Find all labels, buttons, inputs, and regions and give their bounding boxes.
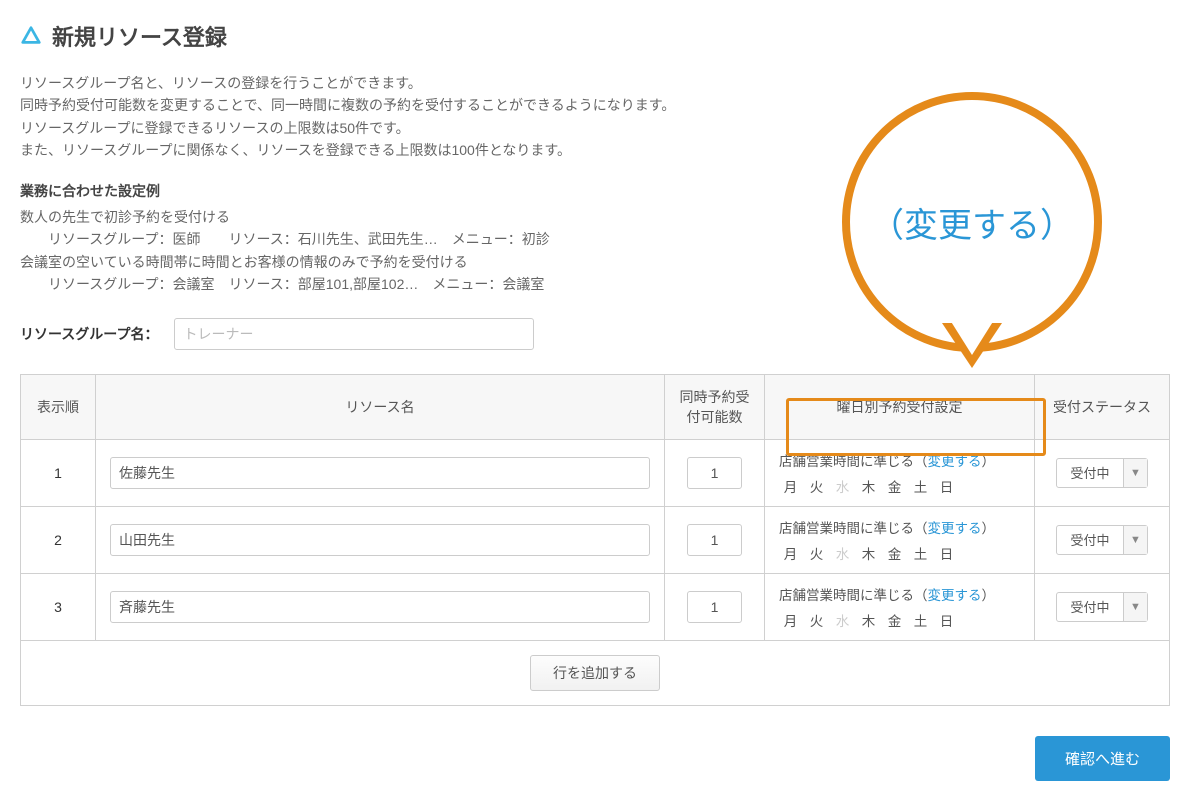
- day-label: 日: [935, 476, 959, 496]
- day-label: 火: [805, 476, 829, 496]
- callout-circle: （変更する）: [842, 92, 1102, 352]
- group-name-input[interactable]: [174, 318, 534, 350]
- day-label: 火: [805, 610, 829, 630]
- schedule-suffix: ）: [982, 521, 996, 536]
- day-label: 土: [909, 476, 933, 496]
- resource-name-input[interactable]: [110, 457, 650, 489]
- days-row: 月火水木金土日: [779, 476, 1020, 496]
- day-label: 土: [909, 543, 933, 563]
- callout-bubble: （変更する）: [842, 92, 1102, 352]
- schedule-suffix: ）: [982, 588, 996, 603]
- status-value: 受付中: [1057, 530, 1123, 549]
- day-label: 火: [805, 543, 829, 563]
- page-title-row: 新規リソース登録: [20, 20, 1170, 52]
- status-select[interactable]: 受付中▼: [1056, 525, 1148, 555]
- col-capacity: 同時予約受付可能数: [665, 374, 765, 439]
- day-label: 金: [883, 543, 907, 563]
- schedule-suffix: ）: [982, 454, 996, 469]
- confirm-button[interactable]: 確認へ進む: [1035, 736, 1170, 781]
- day-label: 月: [779, 610, 803, 630]
- change-schedule-link[interactable]: 変更する: [928, 454, 982, 469]
- status-value: 受付中: [1057, 463, 1123, 482]
- change-schedule-link[interactable]: 変更する: [928, 588, 982, 603]
- callout-text: （変更する）: [870, 198, 1074, 247]
- chevron-down-icon: ▼: [1123, 459, 1147, 487]
- col-name: リソース名: [96, 374, 665, 439]
- row-name-cell: [96, 439, 665, 506]
- resource-table: 表示順 リソース名 同時予約受付可能数 曜日別予約受付設定 受付ステータス 1 店…: [20, 374, 1170, 641]
- schedule-prefix: 店舗営業時間に準じる（: [779, 454, 928, 469]
- day-label: 金: [883, 476, 907, 496]
- capacity-input[interactable]: [687, 591, 742, 623]
- resource-name-input[interactable]: [110, 591, 650, 623]
- table-row: 3 店舗営業時間に準じる（変更する） 月火水木金土日 受付中▼: [21, 573, 1170, 640]
- row-schedule-cell: 店舗営業時間に準じる（変更する） 月火水木金土日: [765, 506, 1035, 573]
- schedule-text: 店舗営業時間に準じる（変更する）: [779, 584, 1020, 604]
- days-row: 月火水木金土日: [779, 610, 1020, 630]
- table-row: 1 店舗営業時間に準じる（変更する） 月火水木金土日 受付中▼: [21, 439, 1170, 506]
- day-label: 木: [857, 476, 881, 496]
- day-label: 木: [857, 610, 881, 630]
- day-label: 水: [831, 610, 855, 630]
- day-label: 日: [935, 543, 959, 563]
- col-status: 受付ステータス: [1035, 374, 1170, 439]
- row-capacity-cell: [665, 439, 765, 506]
- row-order: 2: [21, 506, 96, 573]
- triangle-icon: [20, 25, 42, 47]
- schedule-text: 店舗営業時間に準じる（変更する）: [779, 450, 1020, 470]
- row-name-cell: [96, 573, 665, 640]
- row-order: 3: [21, 573, 96, 640]
- day-label: 水: [831, 476, 855, 496]
- status-select[interactable]: 受付中▼: [1056, 592, 1148, 622]
- page-title: 新規リソース登録: [52, 20, 227, 52]
- capacity-input[interactable]: [687, 524, 742, 556]
- row-status-cell: 受付中▼: [1035, 573, 1170, 640]
- chevron-down-icon: ▼: [1123, 593, 1147, 621]
- row-status-cell: 受付中▼: [1035, 439, 1170, 506]
- schedule-prefix: 店舗営業時間に準じる（: [779, 588, 928, 603]
- row-capacity-cell: [665, 573, 765, 640]
- row-capacity-cell: [665, 506, 765, 573]
- add-row-section: 行を追加する: [20, 641, 1170, 706]
- status-value: 受付中: [1057, 597, 1123, 616]
- row-status-cell: 受付中▼: [1035, 506, 1170, 573]
- chevron-down-icon: ▼: [1123, 526, 1147, 554]
- add-row-button[interactable]: 行を追加する: [530, 655, 660, 691]
- resource-name-input[interactable]: [110, 524, 650, 556]
- col-order: 表示順: [21, 374, 96, 439]
- day-label: 金: [883, 610, 907, 630]
- table-row: 2 店舗営業時間に準じる（変更する） 月火水木金土日 受付中▼: [21, 506, 1170, 573]
- day-label: 月: [779, 476, 803, 496]
- schedule-prefix: 店舗営業時間に準じる（: [779, 521, 928, 536]
- group-name-label: リソースグループ名：: [20, 324, 158, 344]
- day-label: 月: [779, 543, 803, 563]
- col-schedule: 曜日別予約受付設定: [765, 374, 1035, 439]
- day-label: 木: [857, 543, 881, 563]
- status-select[interactable]: 受付中▼: [1056, 458, 1148, 488]
- days-row: 月火水木金土日: [779, 543, 1020, 563]
- day-label: 土: [909, 610, 933, 630]
- change-schedule-link[interactable]: 変更する: [928, 521, 982, 536]
- footer-row: 確認へ進む: [20, 706, 1170, 781]
- row-order: 1: [21, 439, 96, 506]
- row-schedule-cell: 店舗営業時間に準じる（変更する） 月火水木金土日: [765, 573, 1035, 640]
- row-name-cell: [96, 506, 665, 573]
- callout-tail-inner: [950, 320, 994, 355]
- schedule-text: 店舗営業時間に準じる（変更する）: [779, 517, 1020, 537]
- day-label: 日: [935, 610, 959, 630]
- row-schedule-cell: 店舗営業時間に準じる（変更する） 月火水木金土日: [765, 439, 1035, 506]
- table-header-row: 表示順 リソース名 同時予約受付可能数 曜日別予約受付設定 受付ステータス: [21, 374, 1170, 439]
- day-label: 水: [831, 543, 855, 563]
- capacity-input[interactable]: [687, 457, 742, 489]
